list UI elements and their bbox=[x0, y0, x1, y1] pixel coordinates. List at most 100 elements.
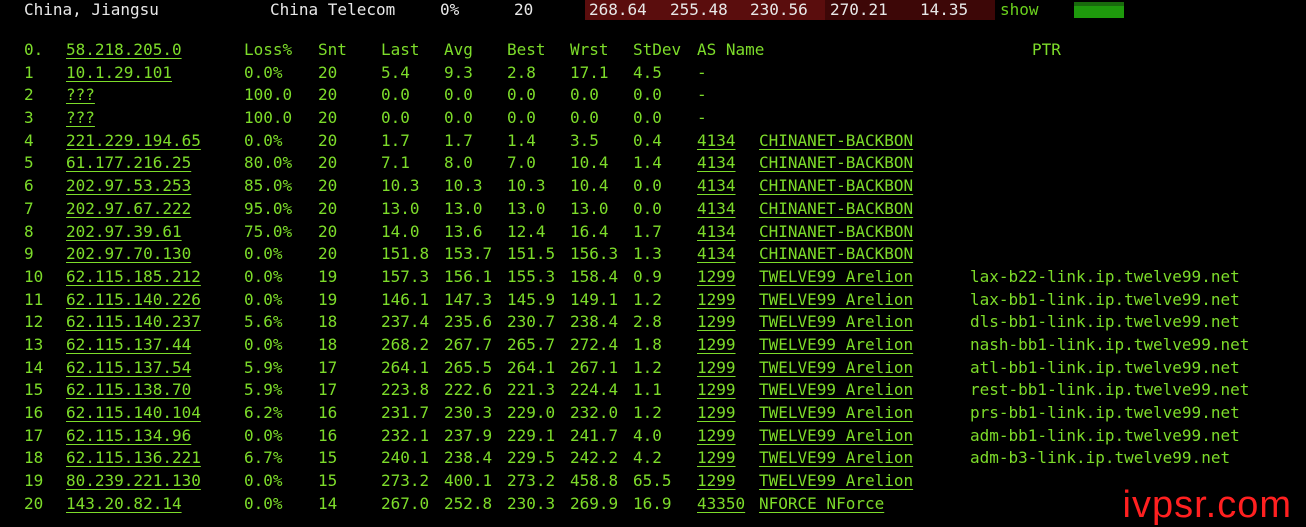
hop-asname[interactable]: TWELVE99 Arelion bbox=[759, 402, 913, 425]
table-row: 12 62.115.140.237 5.6% 18 237.4 235.6 230.7 238… bbox=[0, 311, 1306, 334]
header-host[interactable]: 58.218.205.0 bbox=[66, 39, 182, 62]
hop-snt: 15 bbox=[318, 448, 338, 468]
hop-stdev: 4.2 bbox=[633, 448, 662, 468]
hop-best: 155.3 bbox=[507, 266, 556, 286]
value-4: 270.21 bbox=[830, 0, 888, 19]
hop-host[interactable]: ??? bbox=[66, 84, 95, 107]
hop-stdev: 0.0 bbox=[633, 176, 662, 196]
table-row: 5 61.177.216.25 80.0% 20 7.1 8.0 7.0 10.4 1.4 413… bbox=[0, 152, 1306, 175]
hop-stdev: 1.1 bbox=[633, 380, 662, 400]
hop-asname[interactable]: TWELVE99 Arelion bbox=[759, 289, 913, 312]
hop-stdev: 16.9 bbox=[633, 493, 672, 513]
hop-asname[interactable]: TWELVE99 Arelion bbox=[759, 266, 913, 289]
hop-asname[interactable]: TWELVE99 Arelion bbox=[759, 425, 913, 448]
hop-best: 2.8 bbox=[507, 62, 536, 82]
hop-asn[interactable]: 1299 bbox=[697, 379, 736, 402]
hop-asname[interactable]: CHINANET-BACKBON bbox=[759, 130, 913, 153]
hop-host[interactable]: 62.115.140.226 bbox=[66, 289, 201, 312]
hop-host[interactable]: 61.177.216.25 bbox=[66, 152, 191, 175]
hop-asname[interactable]: TWELVE99 Arelion bbox=[759, 311, 913, 334]
header-index: 0. bbox=[24, 40, 44, 59]
hop-asname[interactable]: TWELVE99 Arelion bbox=[759, 447, 913, 470]
hop-loss: 85.0% bbox=[244, 176, 293, 196]
hop-loss: 6.7% bbox=[244, 448, 283, 468]
hop-asname[interactable]: TWELVE99 Arelion bbox=[759, 334, 913, 357]
hop-snt: 14 bbox=[318, 493, 338, 513]
hop-loss: 5.9% bbox=[244, 357, 283, 377]
hop-stdev: 1.2 bbox=[633, 289, 662, 309]
hop-asn[interactable]: 4134 bbox=[697, 152, 736, 175]
hop-host[interactable]: 62.115.136.221 bbox=[66, 447, 201, 470]
hop-asname[interactable]: TWELVE99 Arelion bbox=[759, 470, 913, 493]
hop-last: 240.1 bbox=[381, 448, 430, 468]
hop-asn[interactable]: 4134 bbox=[697, 130, 736, 153]
hop-asname[interactable]: CHINANET-BACKBON bbox=[759, 175, 913, 198]
hop-host[interactable]: 143.20.82.14 bbox=[66, 493, 182, 516]
hop-host[interactable]: 10.1.29.101 bbox=[66, 62, 172, 85]
hop-wrst: 272.4 bbox=[570, 334, 619, 354]
traceroute-table: 0. 58.218.205.0 Loss% Snt Last Avg Best … bbox=[0, 39, 1306, 515]
hop-asn[interactable]: 1299 bbox=[697, 470, 736, 493]
show-link[interactable]: show bbox=[1000, 0, 1039, 20]
hop-asn[interactable]: 1299 bbox=[697, 334, 736, 357]
hop-asn[interactable]: 4134 bbox=[697, 243, 736, 266]
hop-snt: 19 bbox=[318, 289, 338, 309]
hop-asn[interactable]: 1299 bbox=[697, 425, 736, 448]
hop-asn[interactable]: 1299 bbox=[697, 311, 736, 334]
hop-asn[interactable]: 4134 bbox=[697, 175, 736, 198]
hop-asname[interactable]: CHINANET-BACKBON bbox=[759, 152, 913, 175]
hop-asn[interactable]: 1299 bbox=[697, 447, 736, 470]
header-avg: Avg bbox=[444, 40, 473, 59]
hop-host[interactable]: 221.229.194.65 bbox=[66, 130, 201, 153]
hop-snt: 20 bbox=[318, 198, 338, 218]
hop-asname[interactable]: CHINANET-BACKBON bbox=[759, 198, 913, 221]
hop-host[interactable]: 62.115.137.54 bbox=[66, 357, 191, 380]
hop-index: 19 bbox=[24, 471, 44, 491]
hop-asn[interactable]: 1299 bbox=[697, 266, 736, 289]
header-asname: AS Name bbox=[697, 40, 765, 59]
header-snt: Snt bbox=[318, 40, 347, 59]
hop-asn[interactable]: 43350 bbox=[697, 493, 745, 516]
hop-stdev: 4.5 bbox=[633, 62, 662, 82]
hop-host[interactable]: 62.115.138.70 bbox=[66, 379, 191, 402]
hop-asname[interactable]: TWELVE99 Arelion bbox=[759, 379, 913, 402]
hop-avg: 400.1 bbox=[444, 471, 493, 491]
hop-host[interactable]: 62.115.185.212 bbox=[66, 266, 201, 289]
hop-snt: 20 bbox=[318, 176, 338, 196]
hop-asn[interactable]: 4134 bbox=[697, 221, 736, 244]
hop-last: 13.0 bbox=[381, 198, 420, 218]
hop-avg: 230.3 bbox=[444, 403, 493, 422]
hop-host[interactable]: 202.97.70.130 bbox=[66, 243, 191, 266]
hop-host[interactable]: 62.115.140.237 bbox=[66, 311, 201, 334]
hop-asname[interactable]: CHINANET-BACKBON bbox=[759, 243, 913, 266]
hop-wrst: 224.4 bbox=[570, 380, 619, 400]
hop-asn[interactable]: 1299 bbox=[697, 357, 736, 380]
hop-avg: 267.7 bbox=[444, 334, 493, 354]
hop-host[interactable]: 80.239.221.130 bbox=[66, 470, 201, 493]
hop-asn[interactable]: 1299 bbox=[697, 402, 736, 425]
hop-wrst: 10.4 bbox=[570, 176, 609, 196]
hop-asn[interactable]: 1299 bbox=[697, 289, 736, 312]
table-row: 2??? 100.0 20 0.0 0.0 0.0 0.0 0.0 - bbox=[0, 84, 1306, 107]
hop-wrst: 149.1 bbox=[570, 289, 619, 309]
hop-avg: 10.3 bbox=[444, 176, 483, 196]
hop-index: 3 bbox=[24, 108, 34, 128]
hop-wrst: 10.4 bbox=[570, 153, 609, 173]
hop-best: 13.0 bbox=[507, 198, 546, 218]
hop-host[interactable]: 202.97.67.222 bbox=[66, 198, 191, 221]
hop-asname[interactable]: NFORCE NForce bbox=[759, 493, 884, 516]
hop-host[interactable]: 62.115.140.104 bbox=[66, 402, 201, 425]
hop-asn[interactable]: 4134 bbox=[697, 198, 736, 221]
hop-loss: 0.0% bbox=[244, 334, 283, 354]
hop-host[interactable]: ??? bbox=[66, 107, 95, 130]
table-row: 11 62.115.140.226 0.0% 19 146.1 147.3 145.9 149… bbox=[0, 289, 1306, 312]
hop-best: 229.0 bbox=[507, 403, 556, 422]
hop-last: 231.7 bbox=[381, 403, 430, 422]
hop-asname[interactable]: TWELVE99 Arelion bbox=[759, 357, 913, 380]
hop-host[interactable]: 202.97.39.61 bbox=[66, 221, 182, 244]
hop-host[interactable]: 62.115.134.96 bbox=[66, 425, 191, 448]
table-row: 8 202.97.39.61 75.0% 20 14.0 13.6 12.4 16.4 1.7 4… bbox=[0, 221, 1306, 244]
hop-host[interactable]: 202.97.53.253 bbox=[66, 175, 191, 198]
hop-host[interactable]: 62.115.137.44 bbox=[66, 334, 191, 357]
hop-asname[interactable]: CHINANET-BACKBON bbox=[759, 221, 913, 244]
